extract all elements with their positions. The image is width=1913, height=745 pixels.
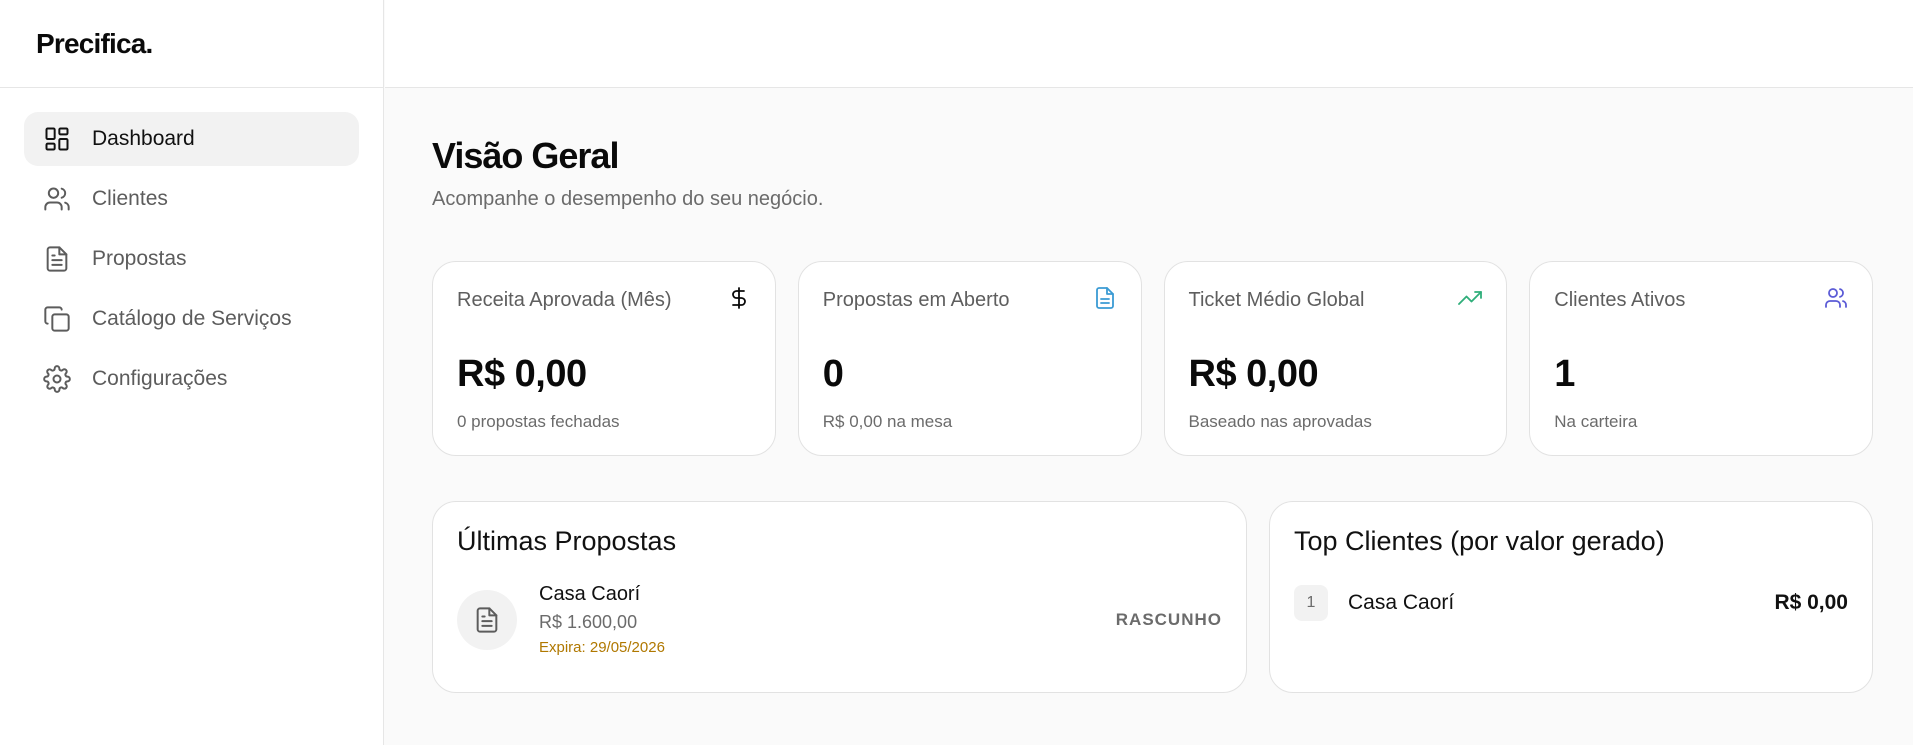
stat-label: Ticket Médio Global bbox=[1188, 289, 1365, 311]
stat-card-average-ticket: Ticket Médio Global R$ 0,00 Baseado nas … bbox=[1163, 261, 1508, 456]
panels-row: Últimas Propostas Casa Caorí R$ 1.600,00… bbox=[432, 501, 1873, 693]
top-clients-panel: Top Clientes (por valor gerado) 1 Casa C… bbox=[1269, 501, 1873, 693]
sidebar-item-label: Configurações bbox=[92, 367, 228, 390]
proposal-client: Casa Caorí bbox=[539, 583, 641, 605]
sidebar-item-configuracoes[interactable]: Configurações bbox=[24, 352, 359, 406]
stat-value: 0 bbox=[822, 353, 844, 395]
client-name: Casa Caorí bbox=[1348, 591, 1455, 614]
gear-icon bbox=[42, 364, 72, 394]
stat-subtext: R$ 0,00 na mesa bbox=[822, 412, 953, 431]
brand-logo[interactable]: Precifica. bbox=[0, 0, 383, 88]
stat-value: R$ 0,00 bbox=[1188, 353, 1319, 395]
stat-subtext: 0 propostas fechadas bbox=[457, 412, 620, 431]
stats-row: Receita Aprovada (Mês) R$ 0,00 0 propost… bbox=[432, 261, 1873, 456]
sidebar-nav: Dashboard Clientes Propostas Catálogo de… bbox=[0, 88, 383, 406]
panel-title: Últimas Propostas bbox=[457, 526, 677, 556]
main-content: Visão Geral Acompanhe o desempenho do se… bbox=[432, 88, 1873, 693]
client-item[interactable]: 1 Casa Caorí R$ 0,00 bbox=[1294, 585, 1848, 621]
stat-subtext: Baseado nas aprovadas bbox=[1188, 412, 1372, 431]
recent-proposals-panel: Últimas Propostas Casa Caorí R$ 1.600,00… bbox=[432, 501, 1247, 693]
sidebar-item-propostas[interactable]: Propostas bbox=[24, 232, 359, 286]
sidebar-item-label: Clientes bbox=[92, 187, 168, 210]
users-icon bbox=[42, 184, 72, 214]
proposal-value: R$ 1.600,00 bbox=[539, 612, 638, 632]
stat-label: Propostas em Aberto bbox=[822, 289, 1010, 311]
copy-icon bbox=[42, 304, 72, 334]
dashboard-icon bbox=[42, 124, 72, 154]
stat-value: 1 bbox=[1554, 353, 1575, 395]
page-subtitle: Acompanhe o desempenho do seu negócio. bbox=[432, 188, 824, 210]
page-title: Visão Geral bbox=[432, 135, 619, 176]
sidebar-item-label: Dashboard bbox=[92, 127, 195, 150]
sidebar-item-catalogo[interactable]: Catálogo de Serviços bbox=[24, 292, 359, 346]
dollar-icon bbox=[727, 286, 751, 315]
sidebar-item-label: Catálogo de Serviços bbox=[92, 307, 292, 330]
trending-up-icon bbox=[1458, 286, 1483, 315]
proposal-item[interactable]: Casa Caorí R$ 1.600,00 Expira: 29/05/202… bbox=[457, 583, 1222, 656]
sidebar-item-label: Propostas bbox=[92, 247, 187, 270]
stat-value: R$ 0,00 bbox=[457, 353, 587, 395]
users-icon bbox=[1824, 286, 1848, 315]
panel-title: Top Clientes (por valor gerado) bbox=[1294, 526, 1665, 556]
stat-card-active-clients: Clientes Ativos 1 Na carteira bbox=[1529, 261, 1873, 456]
client-value: R$ 0,00 bbox=[1774, 591, 1848, 614]
sidebar: Precifica. Dashboard Clientes Propostas … bbox=[0, 0, 384, 745]
stat-label: Clientes Ativos bbox=[1554, 289, 1686, 311]
document-icon bbox=[1093, 286, 1117, 315]
top-bar bbox=[385, 0, 1913, 88]
stat-card-open-proposals: Propostas em Aberto 0 R$ 0,00 na mesa bbox=[797, 261, 1142, 456]
document-icon bbox=[457, 589, 517, 650]
stat-card-revenue: Receita Aprovada (Mês) R$ 0,00 0 propost… bbox=[432, 261, 776, 456]
status-badge: RASCUNHO bbox=[1115, 609, 1222, 629]
stat-label: Receita Aprovada (Mês) bbox=[457, 289, 672, 311]
rank-badge: 1 bbox=[1294, 585, 1328, 621]
sidebar-item-clientes[interactable]: Clientes bbox=[24, 172, 359, 226]
proposal-expiry: Expira: 29/05/2026 bbox=[539, 639, 665, 656]
document-icon bbox=[42, 244, 72, 274]
stat-subtext: Na carteira bbox=[1554, 412, 1638, 431]
sidebar-item-dashboard[interactable]: Dashboard bbox=[24, 112, 359, 166]
